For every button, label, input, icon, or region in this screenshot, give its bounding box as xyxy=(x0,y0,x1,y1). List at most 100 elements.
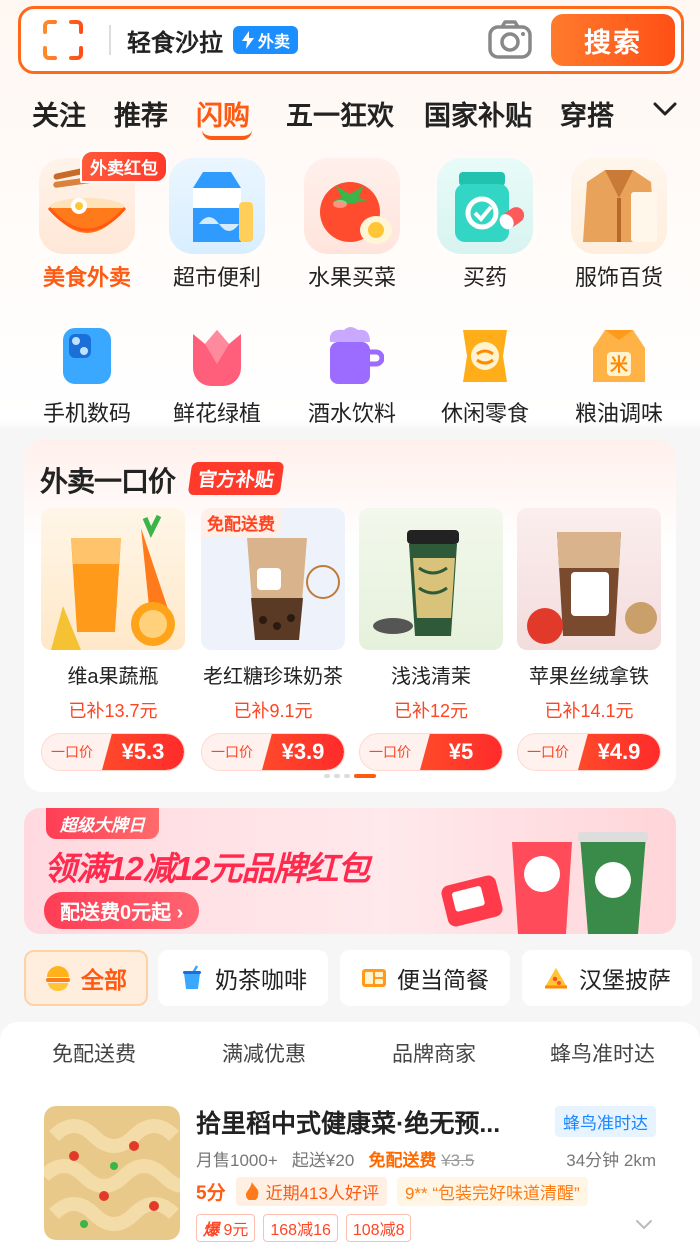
banner-headline: 领满12减12元品牌红包 xyxy=(44,850,370,887)
product-image xyxy=(41,508,185,650)
product-name: 浅浅清茉 xyxy=(391,666,471,688)
subfilter-free-delivery[interactable]: 免配送费 xyxy=(52,1038,136,1068)
filter-chip-bento[interactable]: 便当简餐 xyxy=(340,950,510,1006)
product-subsidy: 已补9.1元 xyxy=(233,701,313,721)
on-time-tag: 蜂鸟准时达 xyxy=(555,1106,656,1137)
category-digital[interactable]: 手机数码 xyxy=(32,324,142,428)
category-snacks[interactable]: 休闲零食 xyxy=(430,324,540,428)
promo-tag: 爆 9元 xyxy=(196,1214,256,1242)
product-image xyxy=(359,508,503,650)
promo-tag: 108减8 xyxy=(345,1214,412,1242)
tab-active-indicator xyxy=(202,130,252,140)
svg-text:米: 米 xyxy=(610,354,629,376)
tab-outfit[interactable]: 穿搭 xyxy=(560,94,614,133)
price-pill[interactable]: 一口价 ¥4.9 xyxy=(517,733,661,771)
deal-product[interactable]: 免配送费 老红糖珍珠奶茶 已补9.1元 一口价 ¥3.9 xyxy=(200,508,346,771)
price-value: ¥3.9 xyxy=(262,734,344,770)
tab-recommend[interactable]: 推荐 xyxy=(114,94,168,133)
shop-card[interactable]: 拾里稻中式健康菜·绝无预... 蜂鸟准时达 月售1000+ 起送¥20 免配送费… xyxy=(0,1090,700,1257)
category-label: 超市便利 xyxy=(172,265,261,290)
product-name: 苹果丝绒拿铁 xyxy=(529,666,649,688)
category-drinks[interactable]: 酒水饮料 xyxy=(297,324,407,428)
price-label: 一口价 xyxy=(527,744,569,760)
category-label: 美食外卖 xyxy=(42,265,131,290)
lightning-icon xyxy=(242,31,254,49)
drink-icon xyxy=(179,965,205,991)
tab-national-subsidy[interactable]: 国家补贴 xyxy=(424,94,532,133)
deal-product[interactable]: 浅浅清茉 已补12元 一口价 ¥5 xyxy=(358,508,504,771)
category-label: 鲜花绿植 xyxy=(172,401,261,426)
filter-chip-label: 奶茶咖啡 xyxy=(215,967,307,993)
promo-row: 爆 9元 168减16 108减8 xyxy=(196,1214,412,1242)
price-pill[interactable]: 一口价 ¥5 xyxy=(359,733,503,771)
subfilter-brand[interactable]: 品牌商家 xyxy=(392,1038,476,1068)
search-bar[interactable]: 轻食沙拉 外卖 搜索 xyxy=(18,6,684,74)
delivery-tag-label: 外卖 xyxy=(258,34,291,51)
rice-bag-icon: 米 xyxy=(587,324,651,388)
deal-product[interactable]: 苹果丝绒拿铁 已补14.1元 一口价 ¥4.9 xyxy=(516,508,662,771)
shop-name[interactable]: 拾里稻中式健康菜·绝无预... xyxy=(196,1104,500,1140)
filter-chip-milk-tea[interactable]: 奶茶咖啡 xyxy=(158,950,328,1006)
category-apparel[interactable]: 服饰百货 xyxy=(564,158,674,292)
chevron-down-icon[interactable] xyxy=(650,94,680,124)
tab-follow[interactable]: 关注 xyxy=(32,94,86,133)
subfilter-on-time[interactable]: 蜂鸟准时达 xyxy=(550,1038,655,1068)
promo-text: 168减16 xyxy=(270,1222,331,1239)
tomato-icon xyxy=(304,158,400,254)
carousel-dot xyxy=(324,774,330,778)
tulip-icon xyxy=(185,324,249,388)
shop-rating-row: 5分 近期413人好评 9** “包装完好味道清醒” xyxy=(196,1176,588,1206)
category-medicine[interactable]: 买药 xyxy=(430,158,540,292)
official-subsidy-badge: 官方补贴 xyxy=(187,462,285,495)
promo-text: 9元 xyxy=(223,1222,249,1239)
brand-day-banner[interactable]: 超级大牌日 领满12减12元品牌红包 配送费0元起 › xyxy=(24,808,676,934)
scan-icon[interactable] xyxy=(41,18,85,62)
delivery-tag: 外卖 xyxy=(233,26,299,54)
camera-icon[interactable] xyxy=(487,19,533,61)
category-label: 休闲零食 xyxy=(440,401,529,426)
subfilter-discount[interactable]: 满减优惠 xyxy=(222,1038,306,1068)
phone-icon xyxy=(55,324,119,388)
monthly-sales: 月售1000+ xyxy=(196,1151,278,1170)
product-name: 老红糖珍珠奶茶 xyxy=(203,666,343,688)
original-delivery-fee: ¥3.5 xyxy=(441,1151,475,1170)
good-review-text: 近期413人好评 xyxy=(265,1183,379,1203)
category-supermarket[interactable]: 超市便利 xyxy=(162,158,272,292)
price-value: ¥5 xyxy=(420,734,502,770)
chevron-down-icon[interactable] xyxy=(634,1218,654,1232)
price-pill[interactable]: 一口价 ¥3.9 xyxy=(201,733,345,771)
filter-chip-all[interactable]: 全部 xyxy=(24,950,148,1006)
flame-icon xyxy=(245,1182,258,1200)
tab-flash-buy[interactable]: 闪购 xyxy=(196,94,250,133)
deal-product[interactable]: 维a果蔬瓶 已补13.7元 一口价 ¥5.3 xyxy=(40,508,186,771)
banner-ribbon: 超级大牌日 xyxy=(46,808,159,839)
product-image xyxy=(517,508,661,650)
category-flowers[interactable]: 鲜花绿植 xyxy=(162,324,272,428)
bento-icon xyxy=(361,965,387,991)
product-subsidy: 已补14.1元 xyxy=(544,701,634,721)
all-icon xyxy=(45,965,71,991)
carousel-dot-active xyxy=(354,774,376,778)
drink-cups-illustration xyxy=(441,832,648,934)
tab-may-day[interactable]: 五一狂欢 xyxy=(286,94,394,133)
product-name: 维a果蔬瓶 xyxy=(67,666,159,688)
shop-score: 5分 xyxy=(196,1182,226,1204)
category-grain-oil[interactable]: 米 粮油调味 xyxy=(564,324,674,428)
shop-image xyxy=(44,1106,180,1240)
product-subsidy: 已补13.7元 xyxy=(68,701,158,721)
coat-icon xyxy=(571,158,667,254)
price-pill[interactable]: 一口价 ¥5.3 xyxy=(41,733,185,771)
price-label: 一口价 xyxy=(369,744,411,760)
medicine-bottle-icon xyxy=(437,158,533,254)
free-delivery-tag: 免配送费 xyxy=(201,508,281,537)
search-input[interactable]: 轻食沙拉 xyxy=(127,23,223,58)
filter-chip-burger-pizza[interactable]: 汉堡披萨 xyxy=(522,950,692,1006)
review-quote: 9** “包装完好味道清醒” xyxy=(396,1176,588,1206)
promo-highlight: 爆 xyxy=(203,1222,220,1239)
banner-cta[interactable]: 配送费0元起 › xyxy=(44,892,200,929)
min-order: 起送¥20 xyxy=(291,1151,355,1170)
price-value: ¥5.3 xyxy=(102,734,184,770)
category-fruit-veg[interactable]: 水果买菜 xyxy=(297,158,407,292)
search-button[interactable]: 搜索 xyxy=(551,14,675,66)
deal-title: 外卖一口价 xyxy=(40,466,176,497)
